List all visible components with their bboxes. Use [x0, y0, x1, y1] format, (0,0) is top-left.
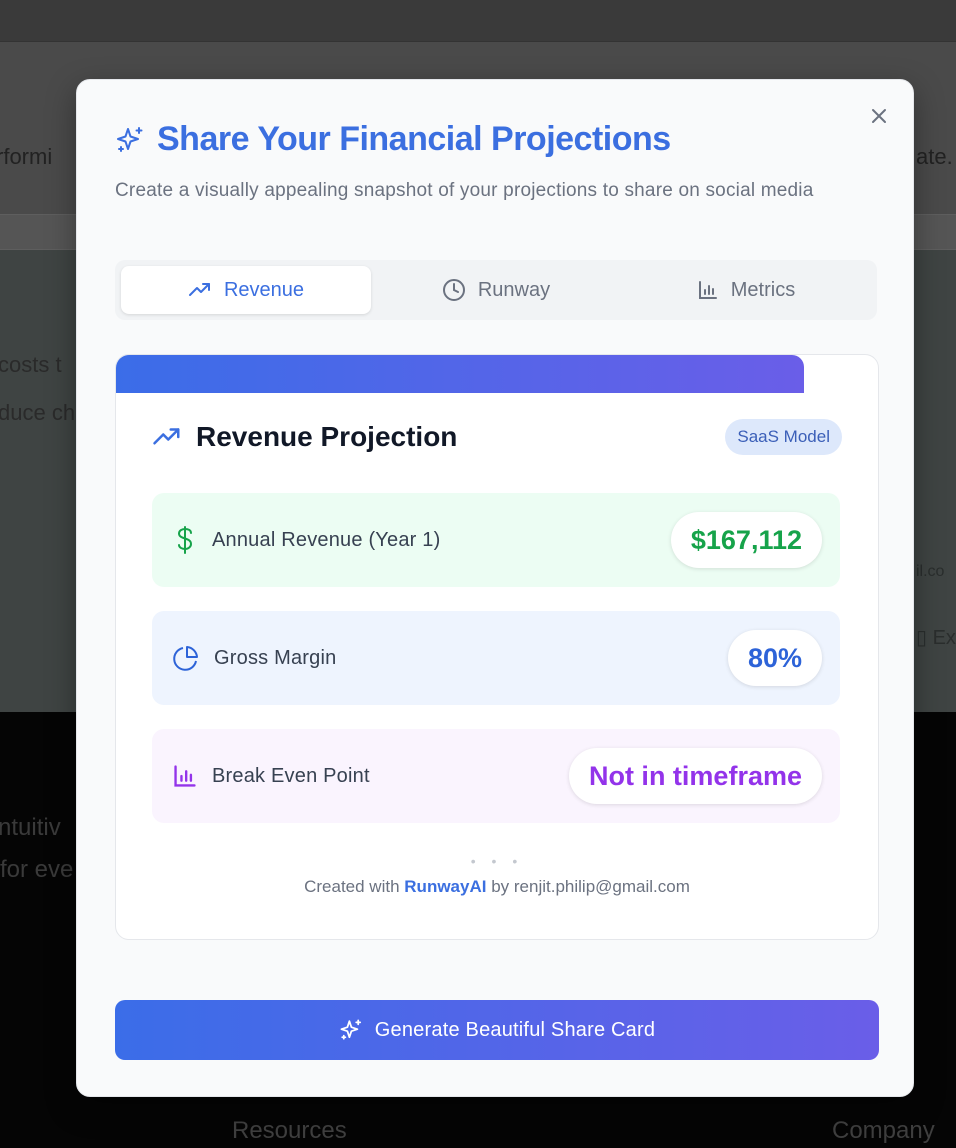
model-badge: SaaS Model [725, 419, 842, 455]
attribution-prefix: Created with [304, 877, 400, 896]
dollar-icon [177, 526, 193, 554]
modal-title: Share Your Financial Projections [157, 120, 671, 158]
tab-runway[interactable]: Runway [371, 266, 621, 314]
trending-up-icon [188, 283, 210, 296]
background-text: for eve [0, 856, 74, 883]
card-title: Revenue Projection [196, 421, 458, 452]
metric-value: Not in timeframe [568, 748, 822, 804]
card-header: Revenue Projection [152, 421, 457, 453]
metric-value: 80% [727, 630, 822, 686]
metric-value: $167,112 [670, 512, 822, 568]
background-top-bar [0, 0, 956, 42]
background-text: il.co [916, 563, 945, 580]
tab-label: Runway [477, 278, 551, 301]
x-icon [872, 109, 886, 123]
background-text: duce ch [0, 400, 76, 425]
tab-metrics[interactable]: Metrics [621, 266, 871, 314]
card-gradient-bar [116, 355, 804, 393]
metric-label: Gross Margin [214, 646, 337, 669]
sparkles-icon [340, 1019, 361, 1040]
background-text-span: Ex [932, 627, 956, 649]
divider-dots: • • • [470, 853, 524, 869]
footer-column-resources[interactable]: Resources [232, 1117, 347, 1145]
modal-header: Share Your Financial Projections [115, 120, 671, 159]
metric-label: Break Even Point [212, 764, 370, 787]
attribution-suffix: by renjit.philip@gmail.com [491, 877, 690, 896]
clock-icon [442, 279, 465, 301]
bar-chart-icon [698, 281, 717, 299]
modal-subtitle: Create a visually appealing snapshot of … [115, 180, 814, 201]
trending-up-icon [153, 428, 180, 445]
card-attribution: Created with RunwayAI by renjit.philip@g… [116, 877, 878, 897]
background-text: ntuitiv [0, 814, 61, 841]
generate-button-label: Generate Beautiful Share Card [374, 1018, 656, 1041]
tab-label: Revenue [223, 278, 305, 301]
background-text: rformi [0, 144, 53, 169]
metric-annual-revenue: Annual Revenue (Year 1) $167,112 [152, 493, 840, 587]
file-icon: ▯ [916, 627, 928, 649]
tab-bar: Revenue Runway Metrics [115, 260, 877, 320]
background-text: ▯ Ex [916, 625, 956, 650]
close-button[interactable] [867, 104, 891, 128]
background-text: ate. [916, 144, 953, 169]
share-card-preview: Revenue Projection SaaS Model Annual Rev… [115, 354, 879, 940]
tab-revenue[interactable]: Revenue [121, 266, 371, 314]
bar-chart-icon [174, 765, 196, 787]
background-text: costs t [0, 352, 62, 377]
brand-name: RunwayAI [404, 877, 487, 896]
sparkles-icon [115, 125, 145, 155]
footer-column-company[interactable]: Company [832, 1117, 935, 1145]
metric-label: Annual Revenue (Year 1) [212, 528, 441, 551]
tab-label: Metrics [730, 278, 796, 301]
metric-break-even: Break Even Point Not in timeframe [152, 729, 840, 823]
metric-gross-margin: Gross Margin 80% [152, 611, 840, 705]
pie-chart-icon [173, 646, 198, 671]
generate-share-card-button[interactable]: Generate Beautiful Share Card [115, 1000, 879, 1060]
share-modal: Share Your Financial Projections Create … [76, 79, 914, 1097]
